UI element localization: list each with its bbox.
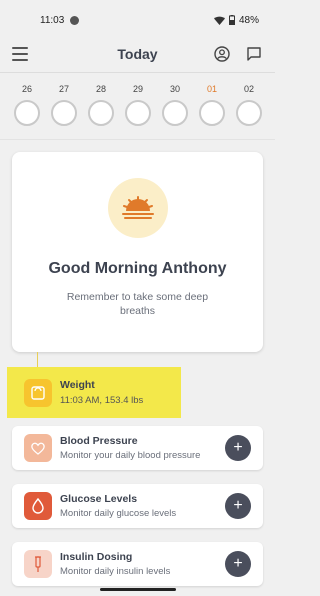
sunrise-icon xyxy=(107,178,168,238)
weight-detail: 11:03 AM, 153.4 lbs xyxy=(60,395,144,406)
tracker-subtitle: Monitor daily glucose levels xyxy=(60,508,177,519)
tracker-title: Glucose Levels xyxy=(60,493,138,505)
chat-icon[interactable] xyxy=(246,46,262,62)
date-number: 28 xyxy=(95,84,106,94)
status-bar: 11:03 48% xyxy=(0,0,275,40)
date-number: 27 xyxy=(58,84,69,94)
date-progress-ring xyxy=(236,100,262,126)
wifi-icon xyxy=(213,16,225,25)
drop-icon xyxy=(24,492,52,520)
syringe-icon xyxy=(24,550,52,578)
app-bar: Today xyxy=(0,40,275,68)
date-item[interactable]: 26 xyxy=(13,84,41,126)
add-blood-pressure-button[interactable]: + xyxy=(225,435,251,461)
weight-title: Weight xyxy=(60,379,95,391)
date-number: 30 xyxy=(169,84,180,94)
date-item[interactable]: 30 xyxy=(161,84,189,126)
greeting-title: Good Morning Anthony xyxy=(48,260,227,277)
date-progress-ring xyxy=(125,100,151,126)
tracker-card-insulin[interactable]: Insulin Dosing Monitor daily insulin lev… xyxy=(12,542,263,586)
add-insulin-button[interactable]: + xyxy=(225,551,251,577)
date-strip-divider xyxy=(0,139,275,140)
greeting-subtitle: Remember to take some deep breaths xyxy=(66,291,209,317)
menu-icon[interactable] xyxy=(12,47,28,61)
battery-percent: 48% xyxy=(238,14,259,26)
battery-icon xyxy=(228,15,235,25)
home-indicator[interactable] xyxy=(100,588,176,591)
date-item[interactable]: 02 xyxy=(235,84,263,126)
tracker-title: Insulin Dosing xyxy=(60,551,133,563)
date-number: 26 xyxy=(21,84,32,94)
tracker-subtitle: Monitor daily insulin levels xyxy=(60,566,171,577)
add-glucose-button[interactable]: + xyxy=(225,493,251,519)
heart-icon xyxy=(24,434,52,462)
weight-entry[interactable]: Weight 11:03 AM, 153.4 lbs xyxy=(7,367,181,418)
date-item-today[interactable]: 01 xyxy=(198,84,226,126)
greeting-card: Good Morning Anthony Remember to take so… xyxy=(12,152,263,352)
status-time: 11:03 xyxy=(40,14,65,26)
date-number: 02 xyxy=(243,84,254,94)
date-number: 29 xyxy=(132,84,143,94)
date-strip: 26 27 28 29 30 01 02 xyxy=(13,84,263,126)
scale-icon xyxy=(24,378,52,407)
date-progress-ring xyxy=(199,100,225,126)
camera-dot-icon xyxy=(70,15,80,25)
date-item[interactable]: 28 xyxy=(87,84,115,126)
page-title: Today xyxy=(117,46,158,62)
date-item[interactable]: 29 xyxy=(124,84,152,126)
date-progress-ring xyxy=(51,100,77,126)
tracker-title: Blood Pressure xyxy=(60,435,138,447)
date-number-today: 01 xyxy=(206,84,217,94)
tracker-subtitle: Monitor your daily blood pressure xyxy=(60,450,201,461)
date-progress-ring xyxy=(162,100,188,126)
profile-icon[interactable] xyxy=(214,46,230,62)
tracker-card-blood-pressure[interactable]: Blood Pressure Monitor your daily blood … xyxy=(12,426,263,470)
date-progress-ring xyxy=(88,100,114,126)
tracker-card-glucose[interactable]: Glucose Levels Monitor daily glucose lev… xyxy=(12,484,263,528)
header-divider xyxy=(0,72,275,73)
date-progress-ring xyxy=(14,100,40,126)
date-item[interactable]: 27 xyxy=(50,84,78,126)
